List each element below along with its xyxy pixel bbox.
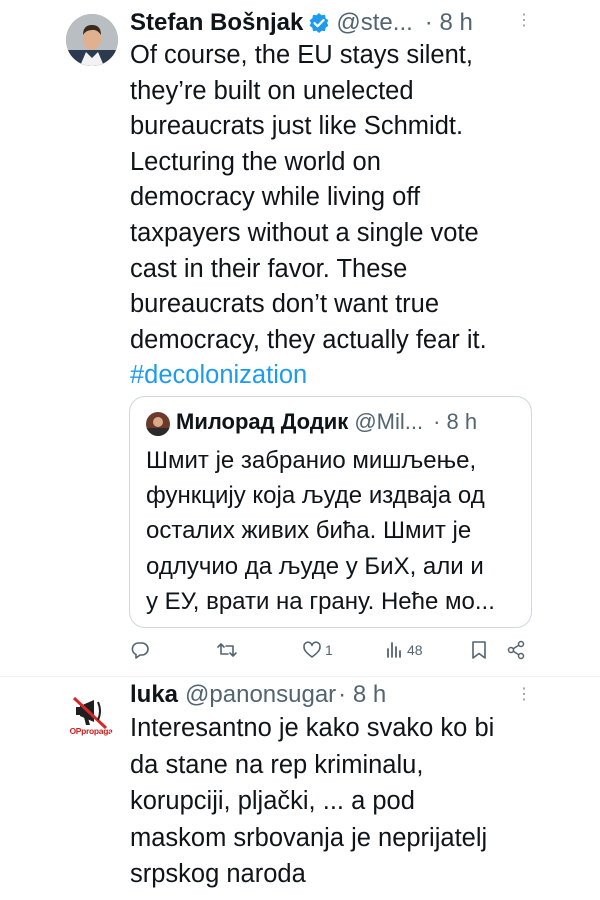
quoted-line: у ЕУ, врати на грану. Неће мо... — [146, 587, 495, 615]
verified-badge-icon — [309, 13, 329, 33]
bookmark-button[interactable] — [470, 640, 488, 660]
like-button[interactable]: 1 — [302, 640, 333, 660]
avatar-logo-text: OPpropaga — [69, 726, 113, 736]
reply-button[interactable] — [130, 640, 150, 660]
tweet-line: taxpayers without a single vote — [130, 218, 479, 247]
reply-line: korupciji, pljački, ... a pod — [130, 787, 415, 815]
hashtag-link[interactable]: #decolonization — [130, 358, 487, 394]
share-icon — [507, 640, 525, 660]
tweet-line: Of course, the EU stays silent, — [130, 41, 473, 69]
avatar[interactable] — [66, 14, 118, 66]
reply-line: da stane na rep kriminalu, — [130, 750, 424, 779]
tweet-header: Stefan Bošnjak @ste... · 8 h — [130, 6, 473, 40]
author-handle[interactable]: @ste... — [336, 9, 412, 37]
tweet-line: democracy, they actually fear it. — [130, 325, 487, 354]
quoted-time: · 8 h — [433, 409, 478, 434]
tweet-text: Of course, the EU stays silent, they’re … — [130, 38, 487, 394]
reply-text: Interesantno je kako svako ko bi da stan… — [130, 710, 494, 893]
reply-time[interactable]: · 8 h — [338, 681, 386, 709]
reply-author-name[interactable]: luka — [130, 681, 178, 709]
quoted-tweet[interactable]: Милорад Додик @Mil... · 8 h Шмит је забр… — [129, 396, 532, 628]
quoted-line: Шмит је забранио мишљење, — [146, 447, 477, 474]
reply-header: luka @panonsugar · 8 h — [130, 678, 386, 712]
bookmark-icon — [472, 641, 486, 659]
quoted-text: Шмит је забранио мишљење, функцију која … — [146, 443, 495, 619]
reply-author-handle[interactable]: @panonsugar — [185, 681, 336, 709]
reply-line: srpskog naroda — [130, 860, 306, 888]
views-button[interactable]: 48 — [384, 640, 423, 660]
author-name[interactable]: Stefan Bošnjak — [130, 9, 303, 37]
tweet-line: bureaucrats just like Schmidt. — [130, 112, 464, 141]
like-icon — [303, 641, 321, 658]
tweet-line: they’re built on unelected — [130, 76, 414, 105]
quoted-author-name: Милорад Додик — [176, 409, 349, 434]
reply-avatar[interactable]: OPpropaga — [64, 688, 118, 742]
quoted-avatar — [146, 412, 170, 436]
avatar-photo-icon — [66, 14, 118, 66]
quoted-line: функцију која људе издваја од — [146, 482, 485, 510]
retweet-icon — [217, 643, 237, 657]
reply-icon — [131, 642, 149, 659]
quoted-line: одлучио да људе у БиХ, али и — [146, 552, 484, 580]
share-button[interactable] — [506, 640, 526, 660]
quoted-header: Милорад Додик @Mil... · 8 h — [176, 409, 477, 435]
quoted-author-handle: @Mil... — [354, 409, 424, 434]
reply-line: Interesantno je kako svako ko bi — [130, 714, 495, 742]
views-count: 48 — [407, 642, 423, 658]
like-count: 1 — [325, 642, 333, 658]
retweet-button[interactable] — [216, 640, 238, 660]
tweet-divider — [0, 676, 600, 677]
action-bar: 1 48 — [130, 640, 530, 666]
tweet-line: Lecturing the world on — [130, 147, 381, 176]
views-icon — [387, 642, 401, 658]
tweet-line: democracy while living off — [130, 183, 421, 212]
tweet-line: cast in their favor. These — [130, 254, 408, 283]
tweet-line: bureaucrats don’t want true — [130, 290, 440, 319]
quoted-avatar-photo-icon — [146, 412, 170, 436]
more-icon[interactable]: ⋮ — [512, 10, 536, 30]
tweet-time[interactable]: · 8 h — [425, 9, 473, 37]
reply-line: maskom srbovanja je neprijatelj — [130, 823, 488, 852]
quoted-line: осталих живих бића. Шмит је — [146, 517, 472, 545]
reply-more-icon[interactable]: ⋮ — [512, 684, 536, 704]
